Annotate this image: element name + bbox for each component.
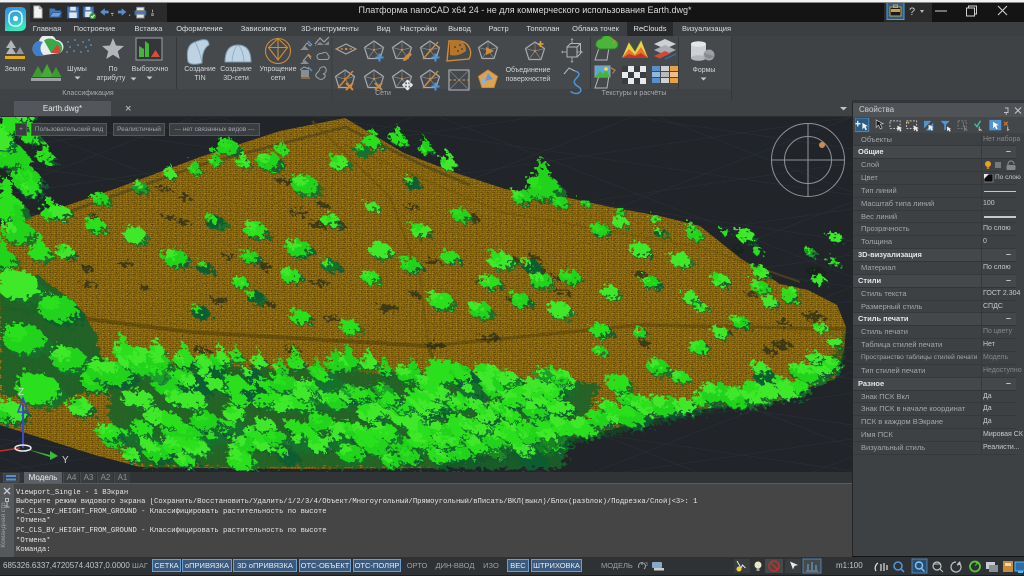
svg-text:Z: Z (18, 387, 24, 398)
svg-text:Y: Y (62, 455, 69, 466)
svg-text:3: 3 (645, 562, 648, 568)
svg-text:?: ? (909, 6, 915, 18)
svg-text:1: 1 (962, 121, 966, 128)
